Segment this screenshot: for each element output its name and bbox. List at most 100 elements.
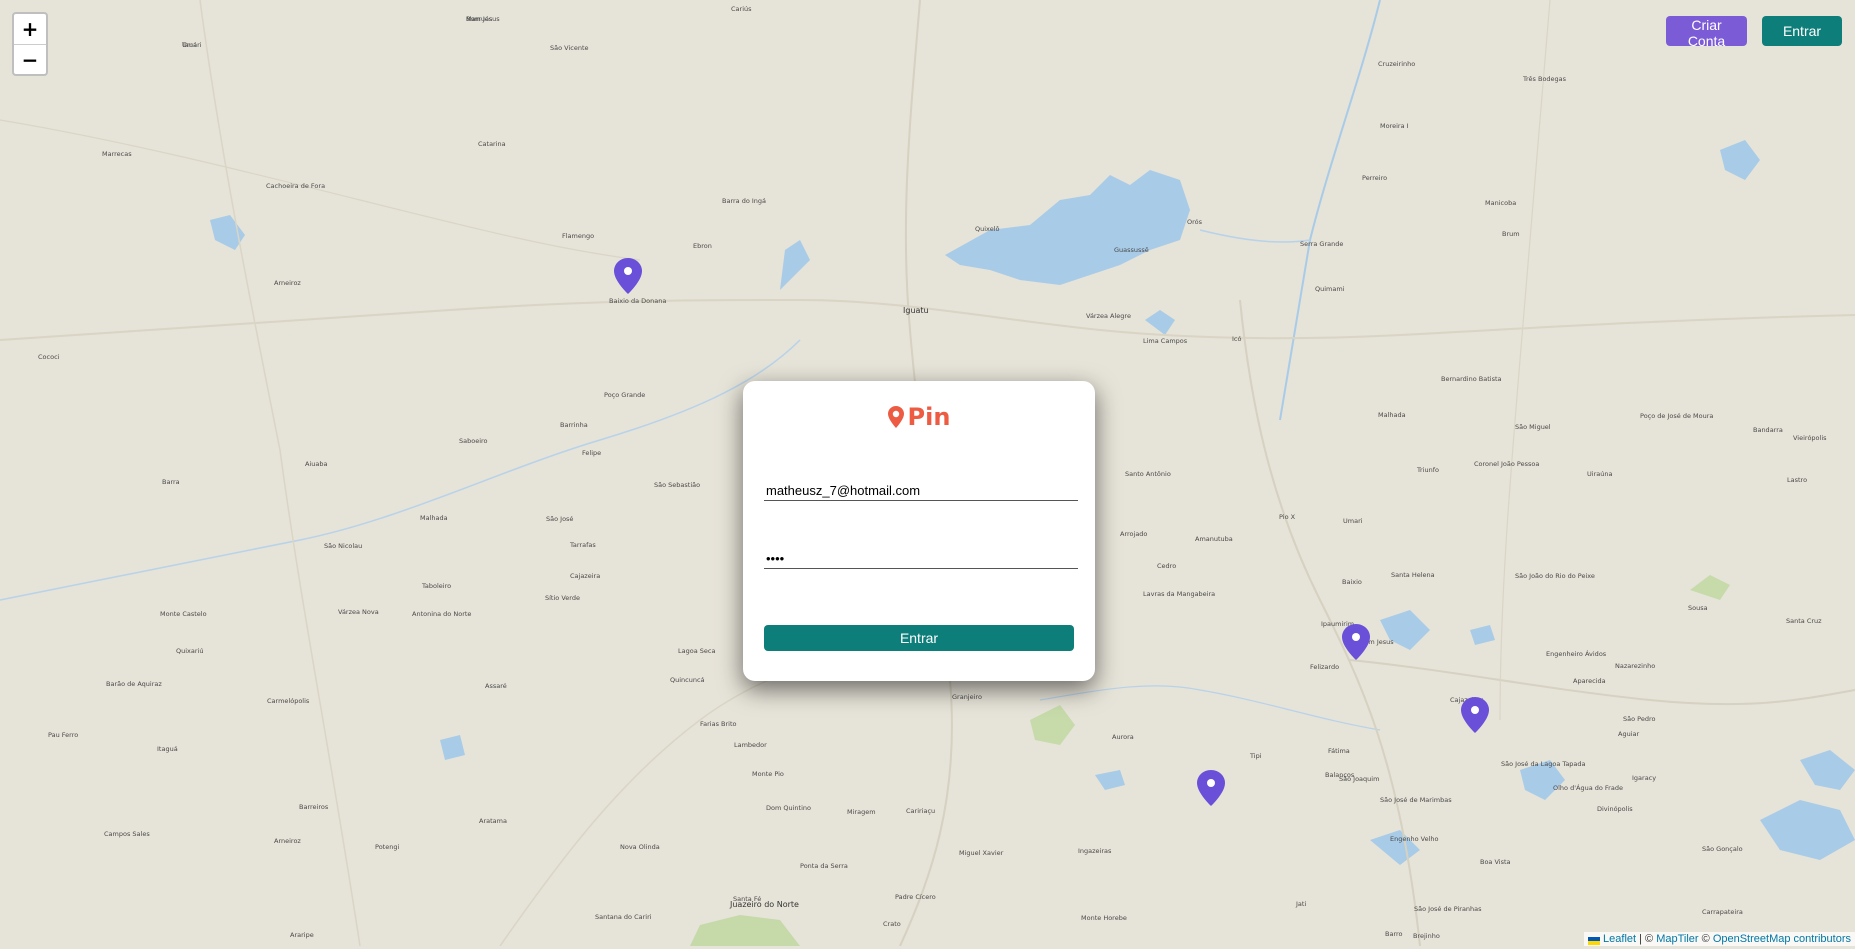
map-place-label: Barro [1385,930,1403,938]
map-marker-icon[interactable] [1197,770,1225,806]
map-marker-icon[interactable] [1461,697,1489,733]
map-place-label: Malhada [420,514,448,522]
map-place-label: Marrecas [102,150,132,158]
ukraine-flag-icon [1588,935,1601,946]
map-place-label: Cariús [731,5,752,13]
map-place-label: Ingazeiras [1078,847,1112,855]
map-place-label: Perreiro [1362,174,1388,182]
osm-link[interactable]: OpenStreetMap contributors [1713,933,1851,945]
map-place-label: Barra [162,478,180,486]
map-place-label: Sousa [1688,604,1708,612]
map-place-label: Igaracy [1632,774,1657,782]
map-place-label: Boa Vista [1480,858,1511,866]
entrar-header-button[interactable]: Entrar [1762,16,1842,46]
map-place-label: Bom Jesus [466,15,500,23]
map-place-label: Carmelópolis [267,697,310,705]
map-place-label: Aguiar [1618,730,1640,738]
leaflet-link[interactable]: Leaflet [1603,933,1636,945]
map-place-label: Poço Grande [604,391,646,399]
map-place-label: Amanutuba [1195,535,1233,543]
map-place-label: Três Bodegas [1523,75,1567,83]
map-place-label: Baixio da Donana [609,297,667,305]
map-place-label: Baixio [1342,578,1362,586]
map-place-label: Umari [182,41,202,49]
brand-logo: Pin [743,403,1095,431]
map-place-label: Padre Cícero [895,893,936,901]
map-place-label: Brum [1502,230,1520,238]
attribution-copy: © [1698,933,1713,945]
map-place-label: Cruzeirinho [1378,60,1416,68]
map-place-label: Engenheiro Ávidos [1546,650,1607,658]
map-place-label: São Joaquim [1339,775,1380,783]
map-place-label: Catarina [478,140,506,148]
map-place-label: Nova Olinda [620,843,660,851]
map-place-label: Santa Fé [733,895,762,903]
map-place-label: Barreiros [299,803,329,811]
maptiler-link[interactable]: MapTiler [1656,933,1698,945]
map-place-label: Quimami [1315,285,1345,293]
email-field[interactable] [764,481,1078,501]
map-place-label: Lambedor [734,741,767,749]
map-place-label: Santa Helena [1391,571,1435,579]
map-place-label: Pio X [1279,513,1296,521]
map-place-label: São João do Rio do Peixe [1515,572,1595,580]
map-place-label: Flamengo [562,232,595,240]
map-place-label: Felizardo [1310,663,1340,671]
map-place-label: Assaré [485,682,507,690]
map-place-label: Várzea Nova [338,608,379,616]
map-place-label: Fátima [1328,747,1350,755]
zoom-out-button[interactable]: − [14,44,46,74]
map-place-label: Aparecida [1573,677,1606,685]
map-place-label: Vieirópolis [1793,434,1827,442]
map-place-label: Arneiroz [274,279,301,287]
map-place-label: Cedro [1157,562,1177,570]
map-place-label: Monte Horebe [1081,914,1127,922]
map-place-label: Potengi [375,843,400,851]
map-place-label: Barrinha [560,421,588,429]
map-place-label: Arneiroz [274,837,301,845]
map-place-label: Lastro [1787,476,1808,484]
map-place-label: Monte Castelo [160,610,207,618]
map-place-label: Manicoba [1485,199,1517,207]
map-place-label: São Sebastião [654,481,701,489]
map-place-label: Campos Sales [104,830,150,838]
map-place-label: Iguatu [903,306,929,315]
map-place-label: Bandarra [1753,426,1783,434]
criar-conta-button[interactable]: Criar Conta [1666,16,1747,49]
map-place-label: Engenho Velho [1390,835,1439,843]
map-place-label: São José [546,515,574,523]
map-marker-icon[interactable] [614,258,642,294]
map-place-label: Olho d'Água do Frade [1553,784,1623,792]
brand-name: Pin [907,403,951,431]
map-place-label: São Miguel [1515,423,1551,431]
map-place-label: Miguel Xavier [959,849,1004,857]
map-place-label: Araripe [290,931,314,939]
map-marker-icon[interactable] [1342,624,1370,660]
map-place-label: São José de Marimbas [1380,796,1452,804]
map-place-label: Umari [1343,517,1363,525]
password-field[interactable] [764,549,1078,569]
map-place-label: Dom Quintino [766,804,811,812]
map-place-label: Tipi [1250,752,1262,760]
location-pin-icon [887,406,904,428]
map-place-label: Miragem [847,808,876,816]
map-place-label: Malhada [1378,411,1406,419]
map-place-label: Itaguá [157,745,178,753]
map-place-label: Santo Antônio [1125,470,1171,478]
map-place-label: Monte Pio [752,770,784,778]
map-place-label: Farias Brito [700,720,737,728]
map-place-label: São Pedro [1623,715,1656,723]
map-place-label: Arrojado [1120,530,1148,538]
map-place-label: São José de Piranhas [1414,905,1482,913]
map-place-label: Coronel João Pessoa [1474,460,1540,468]
map-place-label: Lavras da Mangabeira [1143,590,1216,598]
zoom-control: + − [12,12,48,76]
zoom-in-button[interactable]: + [14,14,46,44]
map-place-label: Nazarezinho [1615,662,1656,670]
map-place-label: Santana do Cariri [595,913,652,921]
map-place-label: Quixariú [176,647,204,655]
map-place-label: Cococi [38,353,60,361]
entrar-submit-button[interactable]: Entrar [764,625,1074,651]
map-place-label: Brejinho [1413,932,1440,940]
map-place-label: Aurora [1112,733,1134,741]
